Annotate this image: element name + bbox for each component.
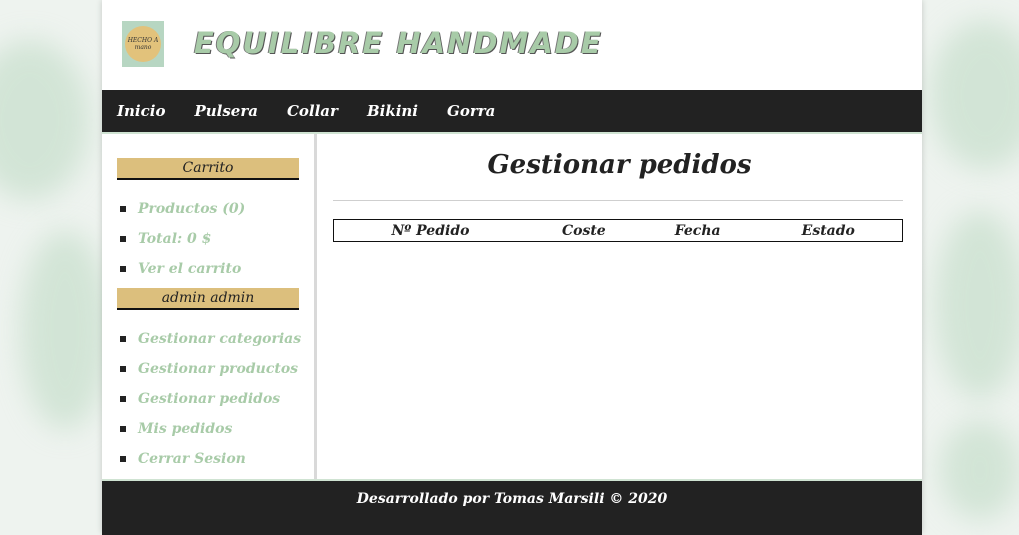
view-cart-label: Ver el carrito [138,261,242,277]
view-cart-link[interactable]: Ver el carrito [117,254,245,284]
header: HECHO A mano EQUILIBRE HANDMADE [102,0,922,90]
logout-label: Cerrar Sesion [138,451,246,467]
footer-text: Desarrollado por Tomas Marsili © 2020 [356,491,668,507]
cart-products-label: Productos (0) [138,201,246,217]
logout-link[interactable]: Cerrar Sesion [117,444,301,474]
user-title: admin admin [117,288,299,310]
main-nav: Inicio Pulsera Collar Bikini Gorra [102,90,922,134]
bullet [120,426,126,432]
divider [333,200,903,201]
brand-title[interactable]: EQUILIBRE HANDMADE [194,26,603,60]
manage-products-link[interactable]: Gestionar productos [117,354,301,384]
nav-item-collar[interactable]: Collar [287,102,338,120]
background-leaf [0,40,90,200]
column-header-date: Fecha [674,222,721,239]
manage-categories-label: Gestionar categorias [138,331,302,347]
main-content: Gestionar pedidos Nº Pedido Coste Fecha … [317,134,922,479]
table-header-row: Nº Pedido Coste Fecha Estado [334,220,903,242]
orders-table: Nº Pedido Coste Fecha Estado [333,219,903,242]
nav-item-inicio[interactable]: Inicio [117,102,165,120]
logo-badge: HECHO A mano [125,26,161,62]
cart-total-label: Total: 0 $ [138,231,212,247]
background-leaf [20,230,110,430]
column-header-status: Estado [801,222,855,239]
manage-products-label: Gestionar productos [138,361,299,377]
logo-text-line2: mano [134,44,152,51]
nav-item-bikini[interactable]: Bikini [367,102,418,120]
nav-item-gorra[interactable]: Gorra [447,102,495,120]
manage-categories-link[interactable]: Gestionar categorias [117,324,301,354]
bullet [120,336,126,342]
background-leaf [940,420,1019,520]
bullet [120,236,126,242]
background-leaf [935,210,1019,400]
bullet [120,456,126,462]
background-leaf [930,20,1019,170]
manage-orders-label: Gestionar pedidos [138,391,281,407]
manage-orders-link[interactable]: Gestionar pedidos [117,384,301,414]
bullet [120,396,126,402]
logo[interactable]: HECHO A mano [122,21,164,67]
page-title: Gestionar pedidos [487,150,752,180]
column-header-cost: Coste [561,222,606,239]
cart-list: Productos (0) Total: 0 $ Ver el carrito [117,194,245,284]
cart-total-link[interactable]: Total: 0 $ [117,224,245,254]
nav-item-pulsera[interactable]: Pulsera [194,102,258,120]
bullet [120,366,126,372]
page-wrapper: HECHO A mano EQUILIBRE HANDMADE Inicio P… [102,0,922,535]
logo-text-line1: HECHO A [127,37,159,44]
bullet [120,266,126,272]
bullet [120,206,126,212]
cart-products-link[interactable]: Productos (0) [117,194,245,224]
my-orders-label: Mis pedidos [138,421,233,437]
my-orders-link[interactable]: Mis pedidos [117,414,301,444]
sidebar: Carrito Productos (0) Total: 0 $ Ver el … [102,134,317,479]
cart-title: Carrito [117,158,299,180]
column-header-order-number: Nº Pedido [391,222,470,239]
admin-list: Gestionar categorias Gestionar productos… [117,324,301,474]
footer: Desarrollado por Tomas Marsili © 2020 [102,479,922,535]
